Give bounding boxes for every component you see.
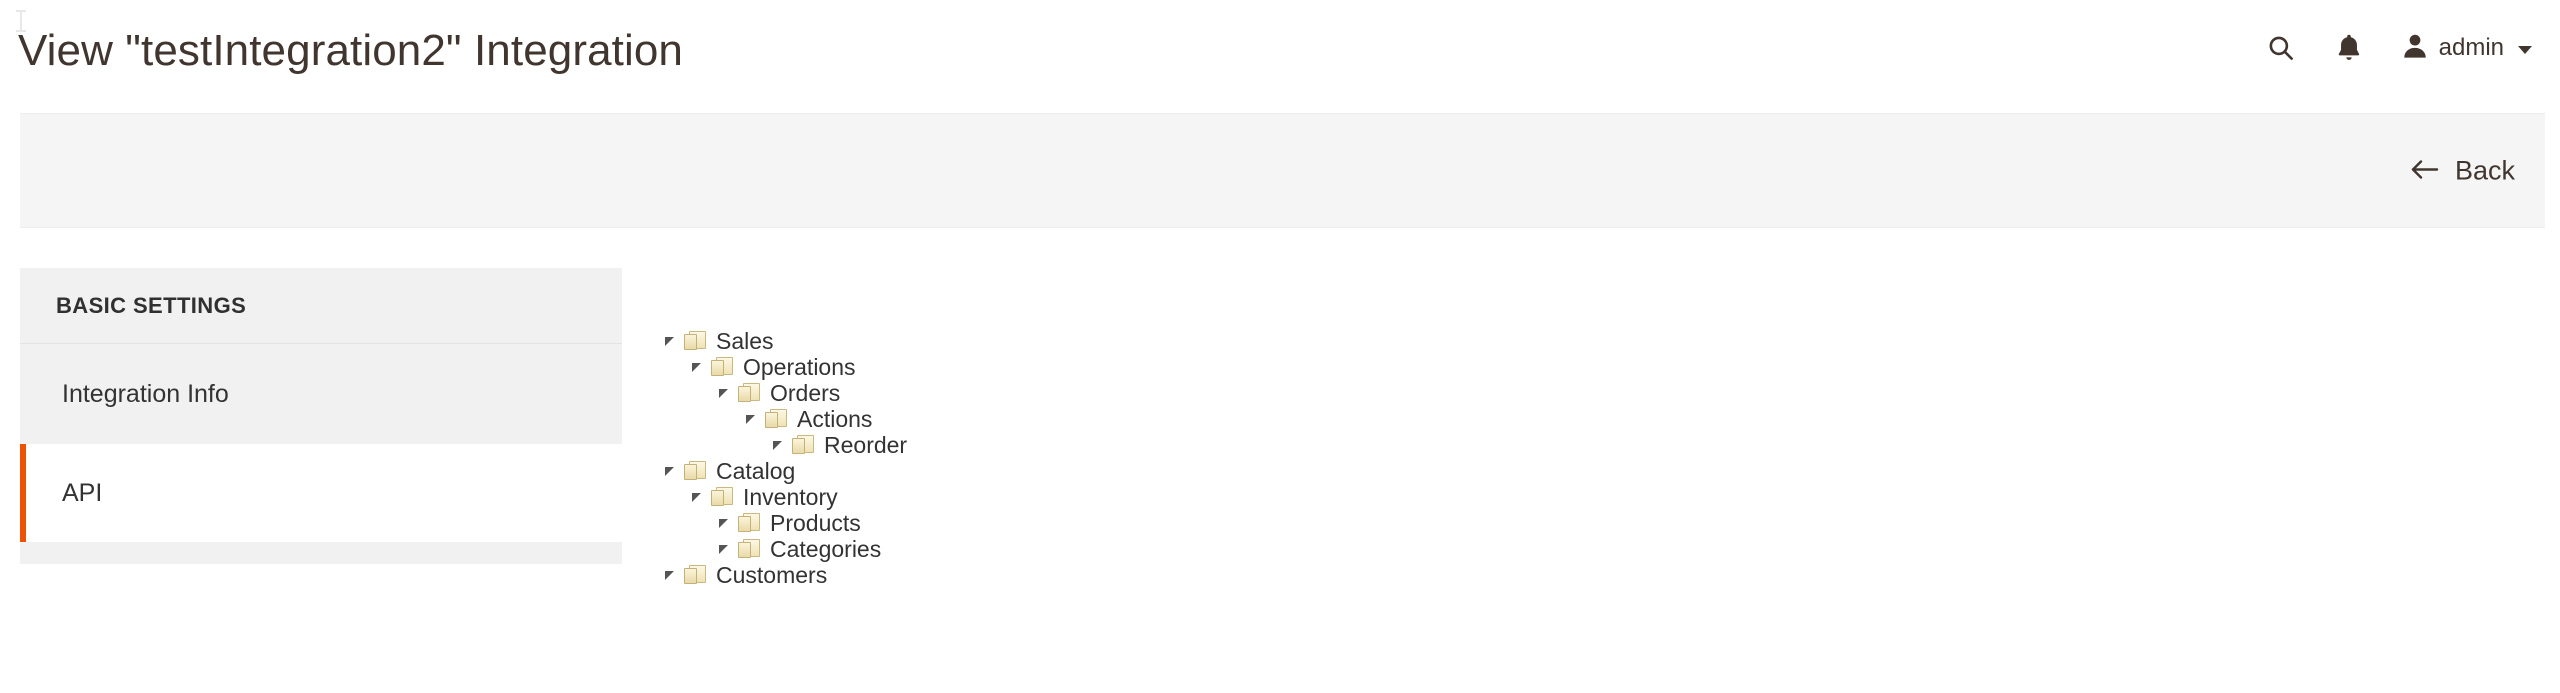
page-header: View "testIntegration2" Integration admi… bbox=[0, 0, 2560, 113]
tree-node-label: Catalog bbox=[716, 457, 796, 484]
triangle-collapse-icon[interactable] bbox=[741, 410, 759, 428]
folder-icon bbox=[738, 513, 762, 533]
arrow-left-icon bbox=[2409, 158, 2439, 183]
triangle-collapse-icon[interactable] bbox=[714, 514, 732, 532]
tree-node[interactable]: Operations bbox=[687, 354, 1760, 380]
folder-icon bbox=[684, 331, 708, 351]
tree-node[interactable]: Products bbox=[714, 510, 1760, 536]
tree-node-label: Actions bbox=[797, 405, 873, 432]
tree-node[interactable]: Categories bbox=[714, 536, 1760, 562]
tree-node-label: Orders bbox=[770, 379, 841, 406]
tree-node-label: Inventory bbox=[743, 483, 838, 510]
folder-icon bbox=[711, 487, 735, 507]
tree-node-label: Categories bbox=[770, 535, 882, 562]
folder-icon bbox=[684, 461, 708, 481]
tree-node-label: Sales bbox=[716, 327, 774, 354]
tree-node[interactable]: Catalog bbox=[660, 458, 1760, 484]
sidebar-heading: BASIC SETTINGS bbox=[20, 268, 622, 344]
tree-node-label: Products bbox=[770, 509, 861, 536]
sidebar-item-integration-info[interactable]: Integration Info bbox=[20, 344, 622, 444]
triangle-collapse-icon[interactable] bbox=[714, 540, 732, 558]
sidebar-item-api[interactable]: API bbox=[20, 444, 622, 542]
folder-icon bbox=[765, 409, 789, 429]
tree-node[interactable]: Actions bbox=[741, 406, 1760, 432]
triangle-collapse-icon[interactable] bbox=[660, 462, 678, 480]
folder-icon bbox=[711, 357, 735, 377]
tree-node[interactable]: Orders bbox=[714, 380, 1760, 406]
user-avatar-icon bbox=[2401, 32, 2429, 65]
triangle-collapse-icon[interactable] bbox=[714, 384, 732, 402]
notifications-button[interactable] bbox=[2315, 26, 2383, 70]
sidebar-item-label: API bbox=[62, 478, 103, 507]
triangle-collapse-icon[interactable] bbox=[660, 332, 678, 350]
tree-node-label: Customers bbox=[716, 561, 828, 588]
tree-node[interactable]: Inventory bbox=[687, 484, 1760, 510]
user-menu[interactable]: admin bbox=[2383, 26, 2538, 70]
page-actions-bar: Back bbox=[20, 113, 2545, 228]
back-button[interactable]: Back bbox=[2395, 147, 2529, 194]
tree-node-label: Reorder bbox=[824, 431, 908, 458]
search-button[interactable] bbox=[2247, 26, 2315, 70]
user-name: admin bbox=[2438, 34, 2504, 61]
bell-icon bbox=[2335, 33, 2363, 63]
triangle-collapse-icon[interactable] bbox=[768, 436, 786, 454]
tree-node[interactable]: Reorder bbox=[768, 432, 1760, 458]
tree-node-label: Operations bbox=[743, 353, 856, 380]
chevron-down-icon bbox=[2518, 45, 2532, 54]
sidebar-item-label: Integration Info bbox=[62, 379, 229, 408]
triangle-collapse-icon[interactable] bbox=[687, 488, 705, 506]
basic-settings-sidebar: BASIC SETTINGS Integration Info API bbox=[20, 268, 622, 564]
page-title: View "testIntegration2" Integration bbox=[18, 26, 684, 75]
triangle-collapse-icon[interactable] bbox=[687, 358, 705, 376]
folder-icon bbox=[738, 539, 762, 559]
folder-icon bbox=[684, 565, 708, 585]
folder-icon bbox=[792, 435, 816, 455]
header-actions: admin bbox=[2247, 26, 2538, 70]
api-resource-tree: Sales Operations Orders Actions Reorder Catal… bbox=[660, 328, 1760, 588]
tree-node[interactable]: Customers bbox=[660, 562, 1760, 588]
sidebar-footer-strip bbox=[20, 542, 622, 564]
tree-node[interactable]: Sales bbox=[660, 328, 1760, 354]
back-button-label: Back bbox=[2454, 155, 2515, 185]
triangle-collapse-icon[interactable] bbox=[660, 566, 678, 584]
folder-icon bbox=[738, 383, 762, 403]
search-icon bbox=[2266, 33, 2296, 63]
